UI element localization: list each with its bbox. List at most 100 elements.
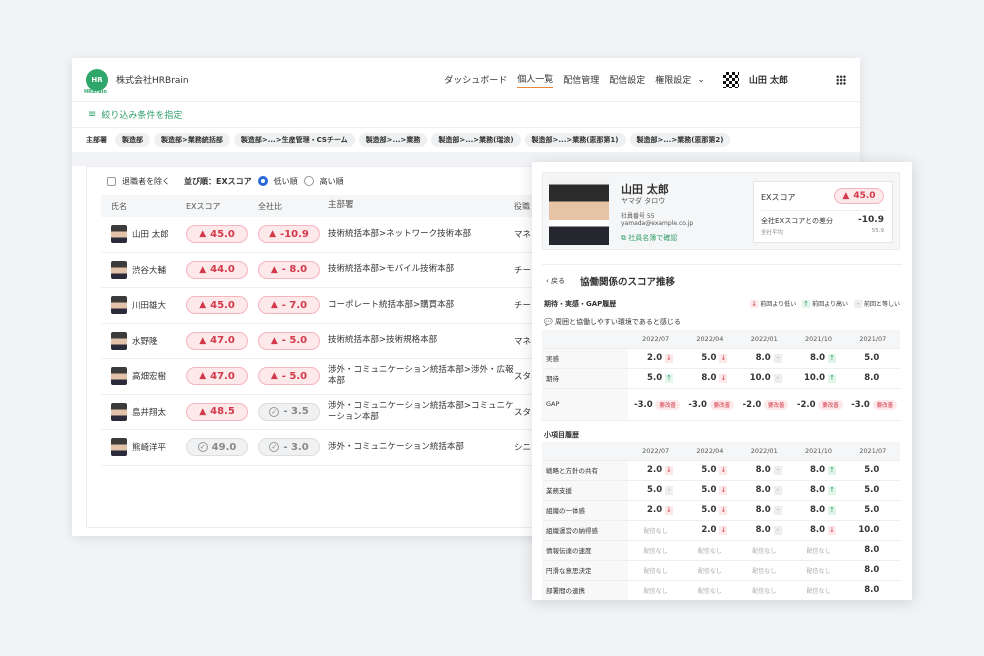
person-name-cell[interactable]: 水野隆 (101, 331, 186, 350)
score-value: 8.0 (809, 485, 825, 495)
sort-high-label[interactable]: 高い順 (320, 176, 344, 187)
ex-score-label: EXスコア (761, 193, 796, 202)
comment-icon: 💬 (544, 318, 555, 326)
company-logo[interactable]: HR HRBrain (84, 68, 108, 95)
score-value: 8.0 (755, 485, 771, 495)
col-department[interactable]: 主部署 (328, 200, 514, 211)
warning-icon: ▲ (270, 335, 278, 346)
nav-person-list[interactable]: 個人一覧 (517, 72, 554, 88)
improvement-tag: 要改善 (818, 399, 843, 410)
nav-delivery-settings[interactable]: 配信設定 (609, 73, 645, 86)
history-row: 期待 5.0 ↑ 8.0 ↓ 10.0-10.0 ↑ 8.0 (542, 368, 900, 389)
score-value: 2.0 (647, 353, 663, 363)
detail-panel: 山田 太郎 ヤマダ タロウ 社員番号 55 yamada@example.co.… (532, 162, 912, 600)
improvement-tag: 要改善 (655, 399, 680, 410)
user-name[interactable]: 山田 太郎 (749, 73, 788, 86)
ex-score-pill: ▲ 45.0 (186, 225, 248, 244)
person-name-cell[interactable]: 熊崎洋平 (101, 438, 186, 457)
period-header: 2022/07 (628, 330, 683, 349)
user-avatar[interactable] (722, 71, 739, 88)
company-ratio-pill: ✓ - 3.0 (258, 438, 320, 457)
no-data: 配信なし (697, 547, 722, 555)
warning-icon: ▲ (842, 191, 850, 201)
score-value: 8.0 (755, 353, 771, 363)
dept-chip[interactable]: 製造部>...>業務(瑞浪) (431, 133, 521, 147)
chevron-down-icon[interactable]: ⌄ (697, 75, 705, 85)
score-value: 10.0 (858, 525, 880, 535)
department-cell: コーポレート統括本部>購買本部 (328, 299, 455, 310)
sort-high-radio[interactable] (303, 176, 314, 186)
score-value: 5.0 (701, 465, 717, 475)
gap-value: -3.0 (851, 399, 870, 410)
arrow-down-icon: ↓ (665, 465, 674, 475)
warning-icon: ▲ (199, 335, 207, 346)
exclude-retired-checkbox[interactable] (107, 176, 116, 186)
col-ex-score[interactable]: EXスコア (186, 201, 258, 212)
legend: ↓ 前回より低い ↑ 前回より高い - 前回と等しい (750, 300, 900, 308)
period-header: 2022/04 (682, 330, 738, 349)
sort-low-radio[interactable] (257, 176, 268, 186)
score-value: 8.0 (755, 465, 771, 475)
arrow-up-icon: ↑ (828, 465, 836, 475)
company-ratio-pill: ▲ - 8.0 (258, 260, 320, 279)
warning-icon: ▲ (199, 229, 207, 240)
app-grid-icon[interactable] (836, 74, 846, 85)
dept-chip[interactable]: 製造部>...>生産管理・CSチーム (233, 133, 355, 147)
arrow-down-icon: ↓ (665, 353, 674, 363)
filter-bar[interactable]: ≡ 絞り込み条件を指定 (72, 102, 860, 128)
history-table: 2022/07 2022/04 2022/01 2021/10 2021/07 実感 2.0… (542, 330, 900, 421)
dept-chip[interactable]: 製造部>...>業務(恵那第1) (524, 133, 626, 147)
dept-chip[interactable]: 製造部>...>業務 (358, 133, 428, 147)
arrow-up-icon: ↑ (828, 373, 836, 383)
col-company-ratio[interactable]: 全社比 (258, 201, 328, 212)
row-label: 組織運営の納得感 (542, 520, 629, 541)
ex-score-pill: ▲ 44.0 (186, 260, 248, 279)
score-value: 8.0 (701, 373, 717, 383)
dept-chip[interactable]: 製造部 (115, 133, 150, 147)
roster-link[interactable]: ⧉ 社員名簿で確認 (621, 233, 677, 243)
department-cell: 技術統括本部>モバイル技術本部 (328, 264, 455, 275)
person-name-cell[interactable]: 渋谷大輔 (101, 260, 186, 279)
period-header: 2022/01 (737, 330, 792, 349)
score-value: 8.0 (809, 505, 825, 515)
no-data: 配信なし (697, 567, 722, 575)
item-row: 戦略と方針の共有 2.0 ↓ 5.0 ↓ 8.0-8.0 ↑ 5.0 (542, 460, 900, 481)
period-header: 2022/01 (737, 442, 792, 461)
person-name-cell[interactable]: 山田 太郎 (101, 225, 186, 244)
diff-value: -10.9 (858, 215, 884, 225)
item-row: 組織の一体感 2.0 ↓ 5.0 ↓ 8.0-8.0 ↑ 5.0 (542, 500, 900, 521)
col-name[interactable]: 氏名 (101, 201, 186, 212)
nav-delivery-management[interactable]: 配信管理 (563, 73, 599, 86)
dept-filter-chips: 主部署 製造部 製造部>業務統括部 製造部>...>生産管理・CSチーム 製造部… (72, 128, 860, 152)
back-button[interactable]: ‹ 戻る (546, 276, 565, 286)
item-row: 円滑な意思決定 配信なし 配信なし 配信なし 配信なし 8.0 (542, 560, 900, 581)
score-value: 2.0 (647, 465, 663, 475)
score-value: 8.0 (809, 465, 825, 475)
improvement-tag: 要改善 (709, 399, 735, 410)
department-cell: 技術統括本部>ネットワーク技術本部 (328, 228, 472, 239)
person-name-cell[interactable]: 島井翔太 (101, 402, 186, 421)
sort-label: 並び順：EXスコア (184, 176, 252, 186)
person-name-cell[interactable]: 川田雄大 (101, 296, 186, 315)
arrow-down-icon: ↓ (719, 525, 728, 535)
exclude-retired-label[interactable]: 退職者を除く (122, 176, 170, 187)
nav-permission-settings[interactable]: 権限設定 (655, 73, 691, 86)
score-value: 8.0 (864, 565, 880, 575)
row-label: 期待 (542, 368, 629, 389)
dept-chip[interactable]: 製造部>業務統括部 (154, 133, 230, 147)
row-label: 組織の一体感 (542, 500, 629, 521)
score-value: 8.0 (809, 525, 825, 535)
top-header: HR HRBrain 株式会社HRBrain ダッシュボード 個人一覧 配信管理 … (72, 58, 860, 102)
company-name: 株式会社HRBrain (116, 76, 189, 86)
improvement-tag: 要改善 (872, 399, 898, 410)
score-value: 5.0 (864, 505, 880, 515)
person-name-cell[interactable]: 高畑宏樹 (101, 367, 186, 386)
warning-icon: ▲ (199, 371, 207, 382)
nav-dashboard[interactable]: ダッシュボード (444, 73, 507, 86)
check-icon: ✓ (269, 442, 280, 453)
score-value: 8.0 (755, 505, 771, 515)
filter-label[interactable]: 絞り込み条件を指定 (101, 108, 182, 121)
dept-chip[interactable]: 製造部>...>業務(恵那第2) (629, 133, 731, 147)
sort-low-label[interactable]: 低い順 (274, 176, 298, 187)
profile-card: 山田 太郎 ヤマダ タロウ 社員番号 55 yamada@example.co.… (542, 172, 900, 250)
